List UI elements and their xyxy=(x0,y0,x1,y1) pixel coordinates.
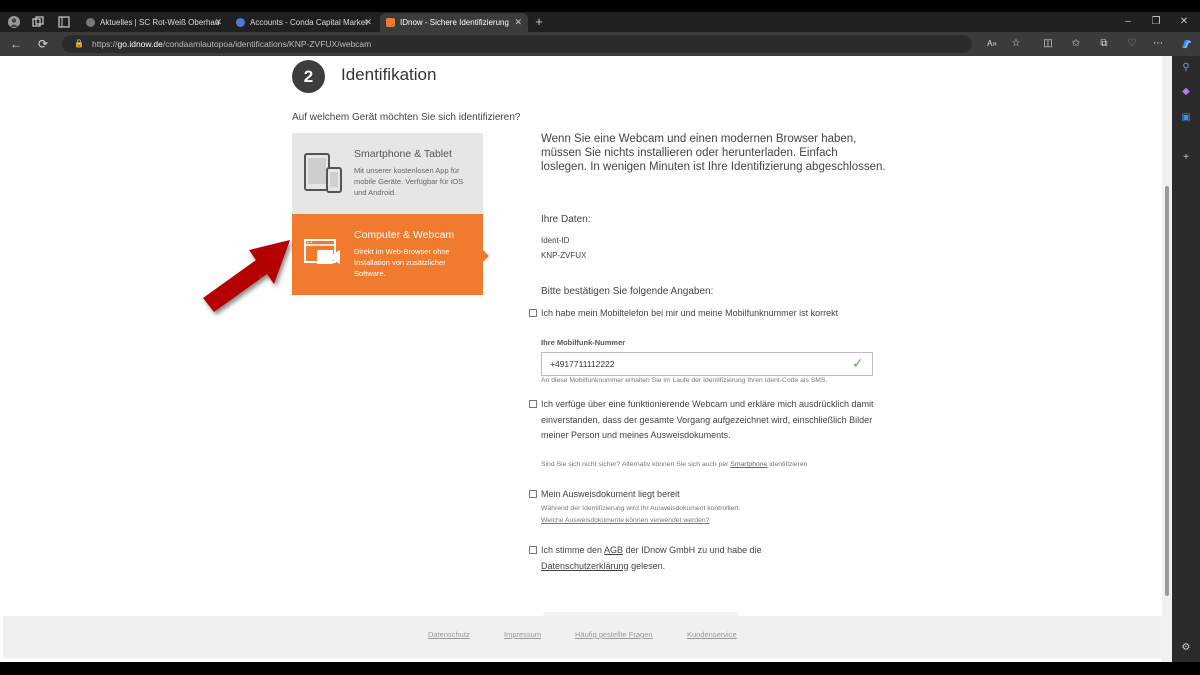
confirm-document-row[interactable]: Mein Ausweisdokument liegt bereit xyxy=(529,487,879,503)
read-aloud-icon[interactable]: A» xyxy=(986,38,998,50)
confirm-webcam-row[interactable]: Ich verfüge über eine funktionierende We… xyxy=(529,397,879,444)
page-scrollbar[interactable] xyxy=(1162,56,1172,662)
back-icon[interactable]: ← xyxy=(10,37,22,51)
step-number: 2 xyxy=(292,60,325,93)
document-hint: Während der Identifizierung wird Ihr Aus… xyxy=(541,505,741,512)
tab-actions-icon[interactable] xyxy=(58,16,70,28)
page-footer: Datenschutz Impressum Häufig gestellte F… xyxy=(3,616,1165,658)
tab-label: Aktuelles | SC Rot-Weiß Oberhau xyxy=(100,18,220,27)
privacy-link[interactable]: Datenschutzerklärung xyxy=(541,561,629,571)
footer-link-kundenservice[interactable]: Kundenservice xyxy=(687,630,737,639)
confirm-heading: Bitte bestätigen Sie folgende Angaben: xyxy=(541,286,714,297)
agb-link[interactable]: AGB xyxy=(604,545,623,555)
option-title: Smartphone & Tablet xyxy=(354,148,452,160)
url-path: /condaamlautopoa/identifications/KNP-ZVF… xyxy=(162,39,372,49)
scrollbar-thumb[interactable] xyxy=(1165,186,1169,596)
profile-icon[interactable] xyxy=(8,16,20,28)
mobile-checkbox-label: Ich habe mein Mobiltelefon bei mir und m… xyxy=(541,308,839,318)
page-title: Identifikation xyxy=(341,65,437,84)
agb-checkbox-label: Ich stimme den AGB der IDnow GmbH zu und… xyxy=(541,543,879,574)
split-screen-icon[interactable]: ◫ xyxy=(1042,38,1054,50)
phone-hint: An diese Mobilfunknummer erhalten Sie im… xyxy=(541,377,828,384)
intro-text: Wenn Sie eine Webcam und einen modernen … xyxy=(541,133,886,173)
option-title: Computer & Webcam xyxy=(354,229,455,241)
confirm-agb-row[interactable]: Ich stimme den AGB der IDnow GmbH zu und… xyxy=(529,543,879,574)
restore-icon[interactable]: ❐ xyxy=(1150,16,1162,28)
favorites-icon[interactable]: ✩ xyxy=(1070,38,1082,50)
phone-number-input[interactable] xyxy=(541,352,873,376)
your-data-heading: Ihre Daten: xyxy=(541,214,591,225)
minimize-icon[interactable]: – xyxy=(1122,16,1134,28)
lock-icon: 🔒 xyxy=(74,39,84,48)
device-question: Auf welchem Gerät möchten Sie sich ident… xyxy=(292,112,521,123)
option-smartphone-tablet[interactable]: Smartphone & Tablet Mit unserer kostenlo… xyxy=(292,133,483,214)
sidebar-settings-icon[interactable]: ⚙ xyxy=(1180,642,1192,654)
url-field[interactable]: 🔒 https://go.idnow.de/condaamlautopoa/id… xyxy=(62,35,972,53)
more-menu-icon[interactable]: ⋯ xyxy=(1152,38,1164,50)
close-icon[interactable]: ✕ xyxy=(364,17,372,28)
option-computer-webcam[interactable]: Computer & Webcam Direkt im Web-Browser … xyxy=(292,214,489,295)
copilot-icon[interactable] xyxy=(1180,38,1192,50)
tab-favicon xyxy=(386,18,395,27)
tab-label: Accounts - Conda Capital Market xyxy=(250,18,368,27)
close-icon[interactable]: ✕ xyxy=(214,17,222,28)
document-checkbox-label: Mein Ausweisdokument liegt bereit xyxy=(541,489,680,499)
ident-id-value: KNP-ZVFUX xyxy=(541,251,587,260)
outlook-icon[interactable]: ▣ xyxy=(1180,112,1192,124)
address-bar: ← ⟳ 🔒 https://go.idnow.de/condaamlautopo… xyxy=(0,32,1200,56)
tab-bar: Aktuelles | SC Rot-Weiß Oberhau ✕ Accoun… xyxy=(0,12,1200,32)
url-prefix: https:// xyxy=(92,39,118,49)
webcam-hint: Sind Sie sich nicht sicher? Alternativ k… xyxy=(541,461,807,468)
confirm-mobile-row[interactable]: Ich habe mein Mobiltelefon bei mir und m… xyxy=(529,306,879,322)
agb-text-mid: der IDnow GmbH zu und habe die xyxy=(625,545,762,555)
webcam-checkbox[interactable] xyxy=(529,400,537,408)
collections-icon[interactable]: ⧉ xyxy=(1098,38,1110,50)
webcam-hint-text: Sind Sie sich nicht sicher? Alternativ k… xyxy=(541,461,729,468)
document-checkbox[interactable] xyxy=(529,490,537,498)
copilot-sidebar-icon[interactable]: ◆ xyxy=(1180,86,1192,98)
refresh-icon[interactable]: ⟳ xyxy=(38,37,48,51)
ident-id-label: Ident-ID xyxy=(541,236,570,245)
url-host: go.idnow.de xyxy=(117,39,163,49)
browser-essentials-icon[interactable]: ♡ xyxy=(1126,38,1138,50)
add-sidebar-app-icon[interactable]: + xyxy=(1180,152,1192,164)
page-viewport: 2 Identifikation Auf welchem Gerät möcht… xyxy=(3,56,1172,662)
option-description: Direkt im Web-Browser ohne Installation … xyxy=(354,247,450,278)
tab-favicon xyxy=(236,18,245,27)
screen-border-bottom xyxy=(0,662,1200,675)
option-description: Mit unserer kostenlosen App für mobile G… xyxy=(354,166,464,197)
agb-text: Ich stimme den xyxy=(541,545,603,555)
edge-sidebar: ⚲ ◆ ▣ + ⚙ xyxy=(1172,56,1200,662)
webcam-hint-suffix: identifizieren xyxy=(769,461,808,468)
tab-conda[interactable]: Accounts - Conda Capital Market ✕ xyxy=(230,13,378,32)
close-icon[interactable]: ✕ xyxy=(514,17,522,28)
tab-favicon xyxy=(86,18,95,27)
browser-window: Aktuelles | SC Rot-Weiß Oberhau ✕ Accoun… xyxy=(0,0,1200,675)
mobile-checkbox[interactable] xyxy=(529,309,537,317)
tab-label: IDnow - Sichere Identifizierung xyxy=(400,18,509,27)
valid-check-icon: ✓ xyxy=(852,355,864,371)
window-close-icon[interactable]: ✕ xyxy=(1178,16,1190,28)
footer-link-impressum[interactable]: Impressum xyxy=(504,630,541,639)
tab-scrw[interactable]: Aktuelles | SC Rot-Weiß Oberhau ✕ xyxy=(80,13,228,32)
footer-link-datenschutz[interactable]: Datenschutz xyxy=(428,630,470,639)
footer-link-faq[interactable]: Häufig gestellte Fragen xyxy=(575,630,653,639)
phone-field-label: Ihre Mobilfunk-Nummer xyxy=(541,338,626,347)
screen-border-top xyxy=(0,0,1200,12)
computer-webcam-icon xyxy=(304,234,344,279)
red-arrow-annotation xyxy=(203,240,290,312)
workspaces-icon[interactable] xyxy=(32,16,44,28)
favorite-star-icon[interactable]: ☆ xyxy=(1010,38,1022,50)
document-types-link[interactable]: Welche Ausweisdokumente können verwendet… xyxy=(541,517,709,524)
search-icon[interactable]: ⚲ xyxy=(1180,62,1192,74)
agb-checkbox[interactable] xyxy=(529,546,537,554)
smartphone-link[interactable]: Smartphone xyxy=(730,461,767,468)
agb-text-end: gelesen. xyxy=(631,560,666,571)
new-tab-icon[interactable]: + xyxy=(533,15,545,28)
tab-idnow[interactable]: IDnow - Sichere Identifizierung ✕ xyxy=(380,13,528,32)
smartphone-tablet-icon xyxy=(304,153,344,198)
webcam-checkbox-label: Ich verfüge über eine funktionierende We… xyxy=(541,399,874,440)
